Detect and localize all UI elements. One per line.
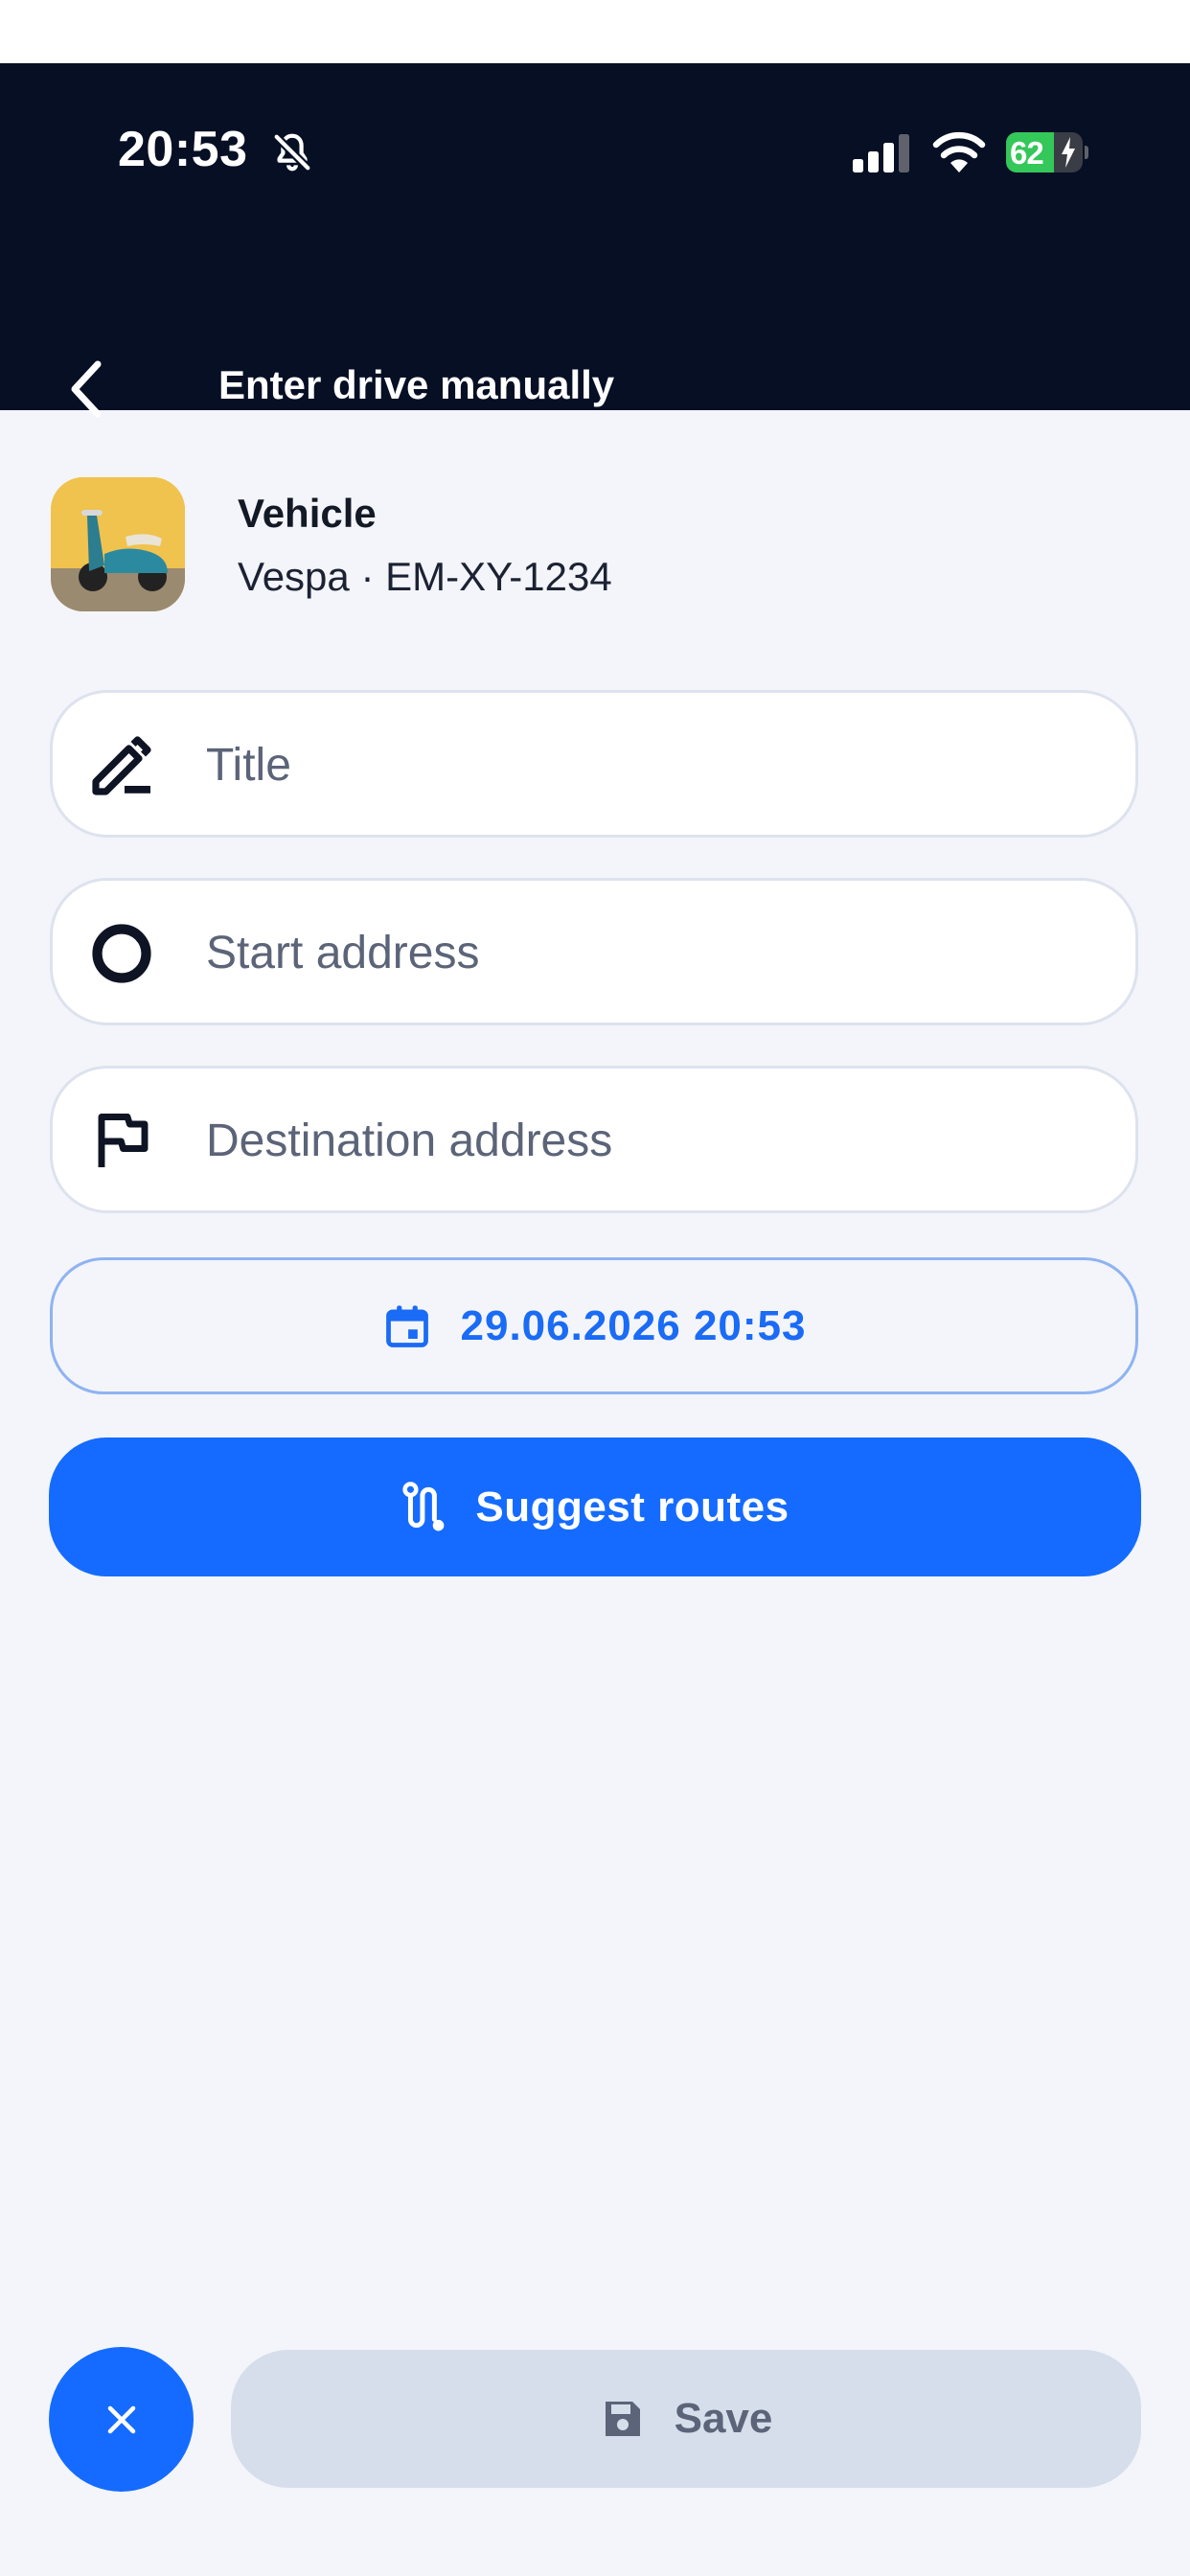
battery-icon: 62 [1006, 132, 1088, 172]
start-address-field[interactable] [50, 878, 1138, 1025]
datetime-text: 29.06.2026 20:53 [460, 1301, 807, 1349]
app-bar: 20:53 62 Enter drive manually [0, 63, 1190, 418]
vehicle-image[interactable] [51, 477, 185, 611]
charging-bolt-icon [1062, 137, 1075, 168]
signal-icon [853, 134, 909, 172]
vehicle-value[interactable]: Vespa · EM-XY-1234 [238, 554, 612, 600]
close-icon [107, 2405, 135, 2433]
bell-slash-icon [273, 133, 311, 172]
circle-icon [92, 924, 151, 983]
suggest-routes-button[interactable]: Suggest routes [49, 1438, 1141, 1576]
wifi-icon [932, 131, 986, 172]
route-icon [402, 1481, 445, 1531]
close-button[interactable] [49, 2347, 194, 2492]
destination-address-field[interactable] [50, 1066, 1138, 1213]
top-spacer [0, 0, 1190, 63]
status-time: 20:53 [118, 122, 248, 177]
floppy-disk-icon [605, 2402, 640, 2436]
back-button[interactable] [48, 341, 125, 437]
vehicle-label: Vehicle [238, 491, 377, 536]
save-button[interactable]: Save [231, 2350, 1141, 2488]
back-chevron-icon [71, 360, 102, 418]
datetime-button[interactable]: 29.06.2026 20:53 [50, 1257, 1138, 1394]
title-field[interactable] [50, 690, 1138, 838]
flag-icon [98, 1114, 149, 1167]
destination-address-input[interactable] [206, 1097, 1107, 1184]
calendar-icon [385, 1304, 428, 1347]
page-title: Enter drive manually [218, 362, 615, 407]
edit-pencil-icon [92, 736, 151, 795]
suggest-routes-label: Suggest routes [475, 1483, 790, 1530]
battery-percent: 62 [1010, 135, 1044, 171]
start-address-input[interactable] [206, 909, 1107, 996]
save-label: Save [674, 2395, 773, 2442]
title-input[interactable] [206, 722, 1107, 808]
